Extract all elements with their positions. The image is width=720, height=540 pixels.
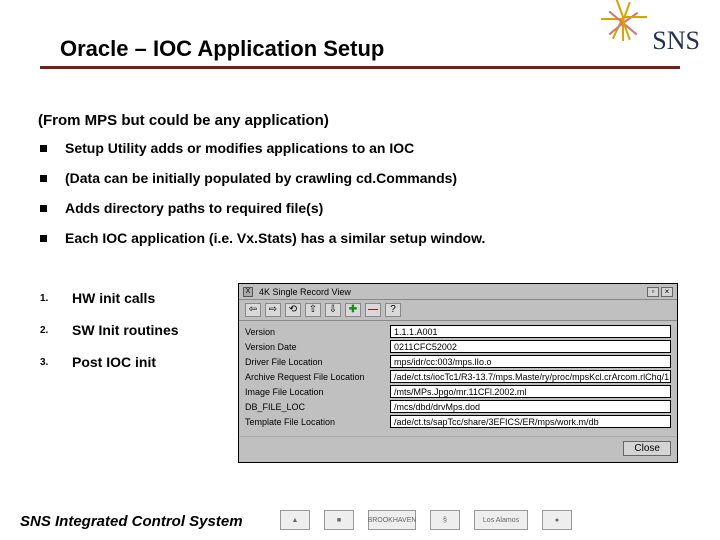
logo-icon: ■	[324, 510, 354, 530]
field-label: Driver File Location	[245, 357, 390, 367]
form-body: Version1.1.1.A001 Version Date0211CFC520…	[239, 321, 677, 436]
list-index: 2.	[40, 325, 58, 336]
list-item: HW init calls	[72, 290, 155, 306]
logo-icon: ▲	[280, 510, 310, 530]
logo-icon: Los Alamos	[474, 510, 528, 530]
field-label: Image File Location	[245, 387, 390, 397]
starburst-icon	[598, 16, 648, 66]
db-file-field[interactable]: /mcs/dbd/drvMps.dod	[390, 400, 671, 413]
intro-text: (From MPS but could be any application)	[38, 112, 329, 129]
footer-text: SNS Integrated Control System	[20, 513, 243, 530]
field-label: Template File Location	[245, 417, 390, 427]
maximize-icon[interactable]: ×	[661, 287, 673, 297]
list-index: 3.	[40, 357, 58, 368]
footer-logos: ▲ ■ BROOKHAVEN § Los Alamos ●	[280, 510, 572, 532]
sns-logo-text: SNS	[652, 26, 700, 56]
app-window: X 4K Single Record View ▫ × ⇦ ⇨ ⟲ ⇧ ⇩ ✚ …	[238, 283, 678, 463]
plus-icon[interactable]: ✚	[345, 303, 361, 317]
system-menu-icon[interactable]: X	[243, 287, 253, 297]
archive-file-field[interactable]: /ade/ct.ts/iocTc1/R3-13.7/mps.Maste/ry/p…	[390, 370, 671, 383]
version-date-field[interactable]: 0211CFC52002	[390, 340, 671, 353]
page-title: Oracle – IOC Application Setup	[60, 36, 384, 62]
bullet-icon	[40, 145, 47, 152]
partner-logo: BROOKHAVEN	[368, 510, 416, 532]
logo-icon: §	[430, 510, 460, 530]
image-file-field[interactable]: /mts/MPs.Jpgo/mr.11CFl.2002.ml	[390, 385, 671, 398]
field-label: Version	[245, 327, 390, 337]
minimize-icon[interactable]: ▫	[647, 287, 659, 297]
partner-logo: ●	[542, 510, 572, 532]
arrow-down-icon[interactable]: ⇩	[325, 303, 341, 317]
arrow-right-icon[interactable]: ⇨	[265, 303, 281, 317]
bullet-icon	[40, 205, 47, 212]
logo-icon: BROOKHAVEN	[368, 510, 416, 530]
partner-logo: ■	[324, 510, 354, 532]
field-label: Archive Request File Location	[245, 372, 390, 382]
partner-logo: §	[430, 510, 460, 532]
field-label: Version Date	[245, 342, 390, 352]
close-button[interactable]: Close	[623, 441, 671, 456]
template-file-field[interactable]: /ade/ct.ts/sapTcc/share/3EFICS/ER/mps/wo…	[390, 415, 671, 428]
bullet-text: Adds directory paths to required file(s)	[65, 200, 323, 216]
bullet-text: Setup Utility adds or modifies applicati…	[65, 140, 414, 156]
arrow-up-icon[interactable]: ⇧	[305, 303, 321, 317]
logo-icon: ●	[542, 510, 572, 530]
list-item: SW Init routines	[72, 322, 179, 338]
field-label: DB_FILE_LOC	[245, 402, 390, 412]
help-icon[interactable]: ?	[385, 303, 401, 317]
window-titlebar[interactable]: X 4K Single Record View ▫ ×	[239, 284, 677, 300]
partner-logo: ▲	[280, 510, 310, 532]
bullet-icon	[40, 235, 47, 242]
window-toolbar: ⇦ ⇨ ⟲ ⇧ ⇩ ✚ — ?	[239, 300, 677, 321]
bullet-list: Setup Utility adds or modifies applicati…	[40, 140, 640, 260]
window-title: 4K Single Record View	[253, 287, 645, 297]
version-field[interactable]: 1.1.1.A001	[390, 325, 671, 338]
numbered-list: 1. HW init calls 2. SW Init routines 3. Pos…	[40, 290, 240, 386]
minus-icon[interactable]: —	[365, 303, 381, 317]
partner-logo: Los Alamos	[474, 510, 528, 532]
sns-logo: SNS	[598, 16, 700, 66]
list-item: Post IOC init	[72, 354, 156, 370]
bullet-icon	[40, 175, 47, 182]
list-index: 1.	[40, 293, 58, 304]
bullet-text: Each IOC application (i.e. Vx.Stats) has…	[65, 230, 485, 246]
title-underline	[40, 66, 680, 69]
driver-file-field[interactable]: mps/idr/cc:003/mps.lIo.o	[390, 355, 671, 368]
bullet-text: (Data can be initially populated by craw…	[65, 170, 457, 186]
arrow-left-icon[interactable]: ⇦	[245, 303, 261, 317]
refresh-icon[interactable]: ⟲	[285, 303, 301, 317]
